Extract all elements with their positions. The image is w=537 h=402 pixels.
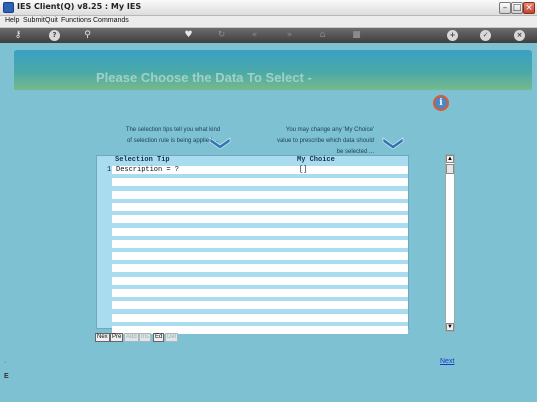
next-record-button[interactable]: Nex <box>95 333 110 342</box>
heart-icon[interactable]: ♥ <box>183 30 194 41</box>
grid-scrollbar[interactable]: ▲ ▼ <box>445 154 455 332</box>
window-title: IES Client(Q) v8.25 : My IES <box>17 2 142 11</box>
maximize-button[interactable]: □ <box>511 2 523 14</box>
minimize-button[interactable]: – <box>499 2 511 14</box>
menu-functions[interactable]: Functions <box>61 17 91 24</box>
grid-header: Selection Tip My Choice <box>97 156 408 164</box>
my-choice-field[interactable]: [] <box>299 166 307 174</box>
table-row <box>112 239 408 248</box>
bin-icon[interactable]: ⌂ <box>317 30 328 41</box>
table-row <box>112 313 408 322</box>
close-icon[interactable]: × <box>514 30 525 41</box>
add-record-button[interactable]: Add <box>124 333 139 342</box>
table-row <box>112 227 408 236</box>
menu-quit[interactable]: Quit <box>45 17 58 24</box>
toolbar: ⚷ ? ⚲ ♥ ↻ « » ⌂ ■ + ✓ × <box>0 28 537 43</box>
key-icon[interactable]: ⚷ <box>10 30 26 41</box>
tip-right: You may change any 'My Choice' value to … <box>252 125 374 158</box>
table-row[interactable]: Description = ? [] <box>112 166 408 174</box>
side-indicator: · <box>4 359 7 366</box>
main-panel: Please Choose the Data To Select - i The… <box>0 43 537 402</box>
refresh-icon[interactable]: ↻ <box>216 30 227 41</box>
delete-record-button[interactable]: Del <box>165 333 179 342</box>
chevron-down-icon <box>209 137 231 150</box>
scroll-thumb[interactable] <box>446 164 454 174</box>
table-row <box>112 276 408 285</box>
insert-record-button[interactable]: Ins <box>139 333 152 342</box>
tip-right-line: value to prescribe which data should <box>276 138 374 144</box>
stop-icon[interactable]: ■ <box>351 30 362 41</box>
window-title-bar[interactable]: IES Client(Q) v8.25 : My IES – □ × <box>0 0 537 16</box>
table-row <box>112 202 408 211</box>
rewind-icon[interactable]: « <box>249 30 260 41</box>
search-icon[interactable]: ⚲ <box>82 30 93 41</box>
tip-right-line: You may change any 'My Choice' <box>285 127 374 133</box>
page-title: Please Choose the Data To Select - <box>96 70 312 85</box>
fast-forward-icon[interactable]: » <box>284 30 295 41</box>
next-link[interactable]: Next <box>440 358 454 365</box>
table-row <box>112 289 408 297</box>
table-row <box>112 264 408 273</box>
selection-grid: Selection Tip My Choice 1 Description = ?… <box>96 155 409 334</box>
chevron-down-icon <box>382 137 404 150</box>
menu-submit[interactable]: Submit <box>23 17 45 24</box>
menu-commands[interactable]: Commands <box>93 17 129 24</box>
column-header-my-choice: My Choice <box>297 156 335 164</box>
previous-record-button[interactable]: Pre <box>110 333 124 342</box>
table-row <box>112 301 408 310</box>
table-row <box>112 215 408 224</box>
table-row <box>112 178 408 187</box>
scroll-down-icon[interactable]: ▼ <box>446 323 454 331</box>
close-window-button[interactable]: × <box>523 2 535 14</box>
edit-record-button[interactable]: Ed <box>153 333 165 342</box>
row-number: 1 <box>107 166 112 174</box>
column-header-selection-tip: Selection Tip <box>115 156 170 164</box>
page-banner: Please Choose the Data To Select - <box>14 50 532 90</box>
scroll-up-icon[interactable]: ▲ <box>446 155 454 163</box>
add-icon[interactable]: + <box>447 30 458 41</box>
check-icon[interactable]: ✓ <box>480 30 491 41</box>
table-row <box>112 190 408 199</box>
help-icon[interactable]: ? <box>49 30 60 41</box>
side-indicator: E <box>4 373 9 380</box>
app-icon <box>3 2 14 13</box>
tip-left-line: The selection tips tell you what kind <box>125 127 221 133</box>
menu-help[interactable]: Help <box>5 17 19 24</box>
menu-bar: Help Submit Quit Functions Commands <box>0 16 537 28</box>
selection-tip-cell: Description = ? <box>116 166 180 174</box>
info-icon[interactable]: i <box>433 95 449 111</box>
table-row <box>112 252 408 261</box>
